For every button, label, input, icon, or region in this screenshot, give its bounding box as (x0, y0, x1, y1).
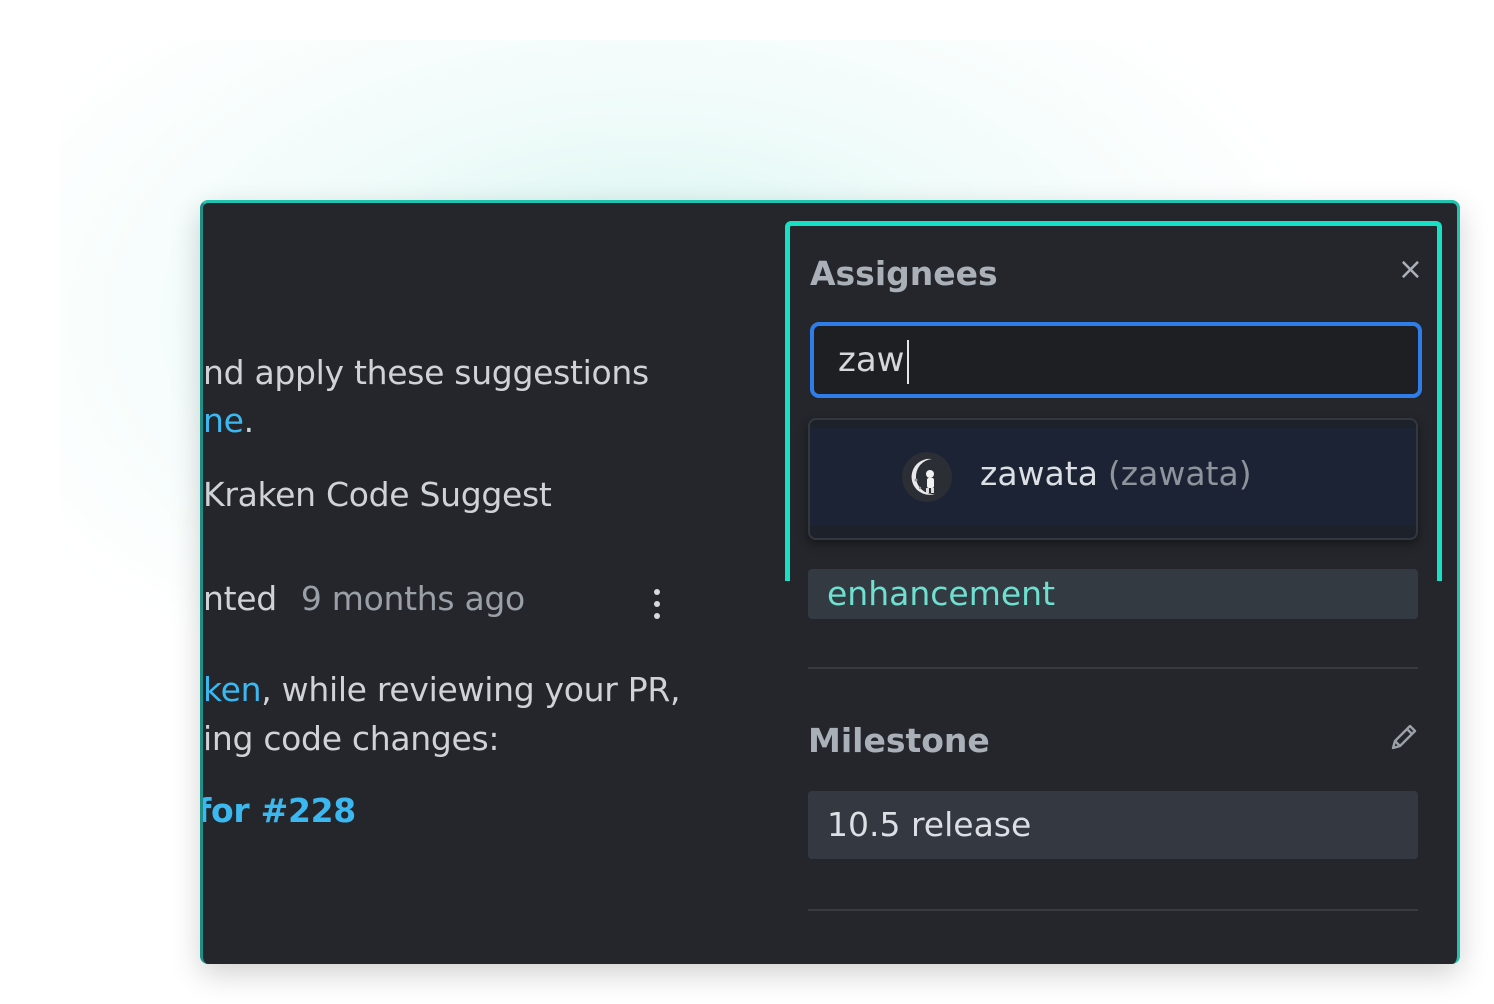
assignee-option-name: zawata (980, 454, 1098, 493)
pr-window: nd apply these suggestions ne. Kraken Co… (200, 200, 1460, 964)
text-caret (906, 339, 909, 384)
assignee-option-login: (zawata) (1107, 454, 1252, 493)
more-options-icon[interactable] (652, 589, 662, 625)
milestone-title: Milestone (808, 721, 990, 760)
assignee-option[interactable]: zawata (zawata) (810, 428, 1416, 526)
assignee-search-input[interactable]: zaw (810, 322, 1422, 398)
assignee-search-value: zaw (838, 340, 905, 380)
comment-line-3: Kraken Code Suggest (203, 475, 552, 514)
comment-line-2-rest: . (243, 401, 255, 440)
pencil-icon[interactable] (1386, 721, 1420, 755)
pr-reference-link[interactable]: for #228 (203, 791, 356, 830)
comment-line-1: nd apply these suggestions (203, 353, 649, 392)
assignee-results-dropdown: zawata (zawata) (808, 418, 1418, 540)
comment-line-2: ne. (203, 401, 254, 440)
assignee-option-label: zawata (zawata) (980, 454, 1252, 493)
comment-body-line-1: ken, while reviewing your PR, (203, 670, 680, 709)
section-divider-bottom (808, 909, 1418, 911)
comment-line-2-link[interactable]: ne (203, 401, 244, 440)
astronaut-moon-avatar-icon (902, 452, 952, 502)
comment-body-line-2: ing code changes: (203, 719, 500, 758)
comment-timestamp[interactable]: 9 months ago (301, 579, 525, 618)
section-divider (808, 667, 1418, 669)
comment-meta: nted 9 months ago (203, 579, 525, 618)
comment-meta-action: nted (203, 579, 277, 618)
assignees-title: Assignees (810, 254, 998, 293)
comment-body-link[interactable]: ken (203, 670, 262, 709)
comment-body-rest: , while reviewing your PR, (261, 670, 681, 709)
milestone-value[interactable]: 10.5 release (808, 791, 1418, 859)
close-icon[interactable]: × (1398, 252, 1423, 287)
label-enhancement[interactable]: enhancement (808, 569, 1418, 619)
